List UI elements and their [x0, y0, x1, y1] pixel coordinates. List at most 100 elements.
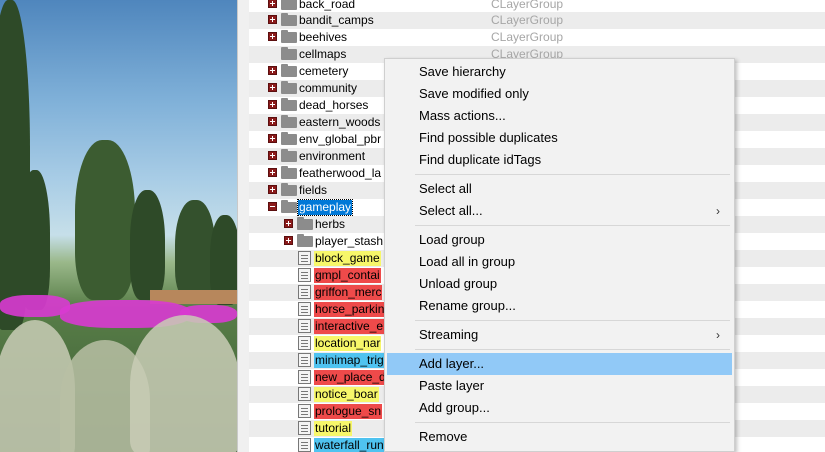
menu-item-select-all-submenu[interactable]: Select all... ›	[387, 200, 732, 222]
expand-icon[interactable]	[284, 219, 293, 228]
menu-item-label: Rename group...	[419, 298, 516, 313]
collapse-icon[interactable]	[268, 202, 277, 211]
tree-row-label: eastern_woods	[299, 115, 381, 129]
folder-icon	[297, 217, 313, 230]
tree-row-label: env_global_pbr	[299, 132, 382, 146]
tree-row-label: tutorial	[314, 421, 353, 436]
layer-icon	[298, 370, 311, 384]
menu-item-find-duplicate-idtags[interactable]: Find duplicate idTags	[387, 149, 732, 171]
menu-item-label: Select all...	[419, 203, 483, 218]
menu-item-add-layer[interactable]: Add layer...	[387, 353, 732, 375]
folder-icon	[281, 0, 297, 10]
layer-icon	[298, 336, 311, 350]
expand-icon[interactable]	[268, 83, 277, 92]
layer-icon	[298, 302, 311, 316]
folder-icon	[281, 64, 297, 77]
menu-item-label: Unload group	[419, 276, 498, 291]
menu-item-add-group[interactable]: Add group...	[387, 397, 732, 419]
menu-item-remove[interactable]: Remove	[387, 426, 732, 448]
menu-item-unload-group[interactable]: Unload group	[387, 273, 732, 295]
folder-icon	[281, 98, 297, 111]
menu-item-label: Load group	[419, 232, 485, 247]
menu-item-find-possible-duplicates[interactable]: Find possible duplicates	[387, 127, 732, 149]
tree-row-label: waterfall_run	[314, 438, 385, 452]
layer-icon	[298, 251, 311, 265]
tree-row-label: dead_horses	[299, 98, 369, 112]
menu-item-label: Paste layer	[419, 378, 485, 393]
tree-row-type: CLayerGroup	[491, 13, 564, 27]
tree-row-label: community	[299, 81, 358, 95]
tree-row-label: gameplay	[296, 199, 354, 216]
tree-row-type: CLayerGroup	[491, 30, 564, 44]
expand-icon[interactable]	[268, 117, 277, 126]
menu-item-mass-actions[interactable]: Mass actions...	[387, 105, 732, 127]
menu-item-streaming[interactable]: Streaming ›	[387, 324, 732, 346]
folder-icon	[281, 81, 297, 94]
menu-item-label: Save modified only	[419, 86, 529, 101]
expand-icon[interactable]	[268, 32, 277, 41]
tree-row-label: gmpl_contai	[314, 268, 381, 283]
tree-row-label: location_nar	[314, 336, 382, 351]
menu-item-label: Remove	[419, 429, 468, 444]
menu-item-save-hierarchy[interactable]: Save hierarchy	[387, 61, 732, 83]
folder-icon	[281, 200, 297, 213]
expand-icon[interactable]	[268, 15, 277, 24]
folder-icon	[281, 149, 297, 162]
tree-row-label: herbs	[315, 217, 346, 231]
layer-icon	[298, 438, 311, 452]
expand-icon[interactable]	[268, 0, 277, 8]
menu-item-load-group[interactable]: Load group	[387, 229, 732, 251]
folder-icon	[281, 166, 297, 179]
folder-icon	[281, 115, 297, 128]
layer-icon	[298, 319, 311, 333]
menu-separator	[415, 422, 730, 423]
tree-row-label: player_stash	[315, 234, 384, 248]
expand-icon[interactable]	[268, 66, 277, 75]
scene-grass	[130, 315, 237, 452]
tree-row-label: cemetery	[299, 64, 349, 78]
folder-icon	[281, 13, 297, 26]
menu-item-select-all[interactable]: Select all	[387, 178, 732, 200]
tree-row-label: griffon_merc	[314, 285, 383, 300]
tree-row[interactable]: beehives CLayerGroup	[249, 29, 825, 46]
scene-tree	[130, 190, 165, 300]
tree-row-label: horse_parkin	[314, 302, 386, 317]
expand-icon[interactable]	[268, 134, 277, 143]
expand-icon[interactable]	[268, 151, 277, 160]
scene-viewport[interactable]	[0, 0, 237, 452]
tree-row-label: featherwood_la	[299, 166, 382, 180]
menu-item-label: Load all in group	[419, 254, 516, 269]
layer-icon	[298, 268, 311, 282]
menu-item-label: Save hierarchy	[419, 64, 506, 79]
folder-icon	[281, 30, 297, 43]
tree-row[interactable]: bandit_camps CLayerGroup	[249, 12, 825, 29]
menu-item-load-all-in-group[interactable]: Load all in group	[387, 251, 732, 273]
tree-row-label: interactive_e	[314, 319, 385, 334]
menu-separator	[415, 349, 730, 350]
tree-row-label: back_road	[299, 0, 356, 11]
tree-row-label: block_game	[314, 251, 381, 266]
expand-icon[interactable]	[268, 185, 277, 194]
menu-separator	[415, 320, 730, 321]
folder-icon	[281, 132, 297, 145]
context-menu: Save hierarchy Save modified only Mass a…	[384, 58, 735, 452]
menu-item-paste-layer[interactable]: Paste layer	[387, 375, 732, 397]
layer-icon	[298, 353, 311, 367]
tree-row-label: new_place_d	[314, 370, 387, 385]
tree-row-label: prologue_sn	[314, 404, 383, 419]
folder-icon	[281, 47, 297, 60]
tree-row-label: fields	[299, 183, 328, 197]
tree-row-label: bandit_camps	[299, 13, 374, 27]
scene-tree	[175, 200, 215, 300]
menu-item-label: Add layer...	[419, 356, 485, 371]
menu-item-save-modified-only[interactable]: Save modified only	[387, 83, 732, 105]
expand-icon[interactable]	[268, 100, 277, 109]
layer-icon	[298, 404, 311, 418]
tree-row-label: minimap_trig	[314, 353, 385, 368]
menu-item-rename-group[interactable]: Rename group...	[387, 295, 732, 317]
menu-item-label: Mass actions...	[419, 108, 506, 123]
submenu-arrow-icon: ›	[716, 204, 720, 218]
expand-icon[interactable]	[284, 236, 293, 245]
layer-icon	[298, 387, 311, 401]
expand-icon[interactable]	[268, 168, 277, 177]
